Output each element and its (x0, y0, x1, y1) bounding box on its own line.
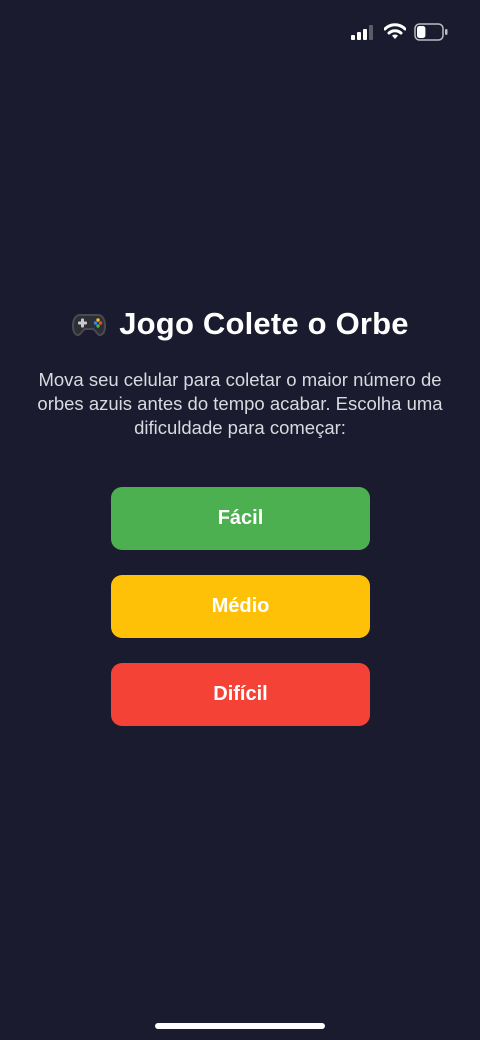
battery-icon (414, 23, 448, 41)
instructions-text: Mova seu celular para coletar o maior nú… (37, 369, 443, 438)
cellular-signal-icon (351, 25, 375, 40)
status-bar (0, 0, 480, 64)
gamepad-icon (72, 314, 107, 336)
wifi-icon (384, 23, 406, 39)
intro-section: Jogo Colete o Orbe Mova seu celular para… (0, 302, 480, 440)
page-title: Jogo Colete o Orbe (0, 302, 480, 346)
medium-button[interactable]: Médio (111, 575, 370, 638)
easy-button[interactable]: Fácil (111, 487, 370, 550)
hard-button[interactable]: Difícil (111, 663, 370, 726)
title-text: Jogo Colete o Orbe (119, 306, 409, 341)
difficulty-buttons: Fácil Médio Difícil (111, 487, 370, 751)
home-indicator[interactable] (155, 1023, 325, 1029)
